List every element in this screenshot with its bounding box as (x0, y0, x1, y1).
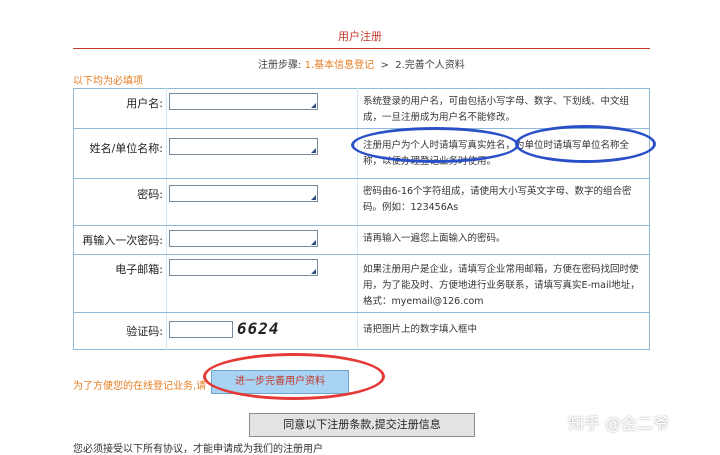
agree-submit-button[interactable]: 同意以下注册条款,提交注册信息 (249, 413, 475, 437)
confirm-password-label: 再输入一次密码: (82, 234, 163, 247)
confirm-password-input[interactable] (169, 230, 318, 247)
row-divider (73, 178, 650, 179)
row-divider (73, 225, 650, 226)
title-divider (73, 48, 650, 49)
steps-label: 注册步骤: (258, 60, 302, 71)
captcha-hint: 请把图片上的数字填入框中 (363, 324, 478, 335)
captcha-input[interactable] (169, 321, 233, 338)
confirm-password-hint: 请再输入一遍您上面输入的密码。 (363, 233, 506, 244)
captcha-label: 验证码: (126, 325, 163, 338)
watermark: 知乎 @企二爷 (568, 414, 670, 433)
name-input[interactable] (169, 138, 318, 155)
username-label: 用户名: (126, 97, 163, 110)
row-divider (73, 254, 650, 255)
complete-profile-prompt: 为了方便您的在线登记业务,请 (73, 381, 207, 392)
registration-steps: 注册步骤: 1.基本信息登记 > 2.完善个人资料 (258, 56, 465, 71)
username-input[interactable] (169, 93, 318, 110)
page-title: 用户注册 (338, 30, 382, 43)
email-input[interactable] (169, 259, 318, 276)
required-note: 以下均为必填项 (73, 76, 143, 87)
captcha-image[interactable]: 6624 (237, 319, 280, 338)
step-1: 1.基本信息登记 (304, 60, 375, 71)
email-label: 电子邮箱: (115, 263, 163, 276)
name-label: 姓名/单位名称: (89, 142, 163, 155)
password-hint: 密码由6-16个字符组成，请使用大小写英文字母、数字的组合密码。例如：12345… (363, 186, 632, 213)
step-2: 2.完善个人资料 (395, 60, 465, 71)
username-hint: 系统登录的用户名，可由包括小写字母、数字、下划线、中文组成，一旦注册成为用户名不… (363, 96, 630, 123)
row-divider (73, 312, 650, 313)
blue-annotation-circle (515, 125, 656, 163)
email-hint: 如果注册用户是企业，请填写企业常用邮箱，方便在密码找回时使用，为了能及时、方便地… (363, 264, 640, 307)
password-input[interactable] (169, 185, 318, 202)
blue-annotation-circle (351, 127, 519, 163)
red-annotation-circle (203, 353, 385, 400)
step-separator: > (380, 60, 389, 71)
password-label: 密码: (137, 188, 163, 201)
